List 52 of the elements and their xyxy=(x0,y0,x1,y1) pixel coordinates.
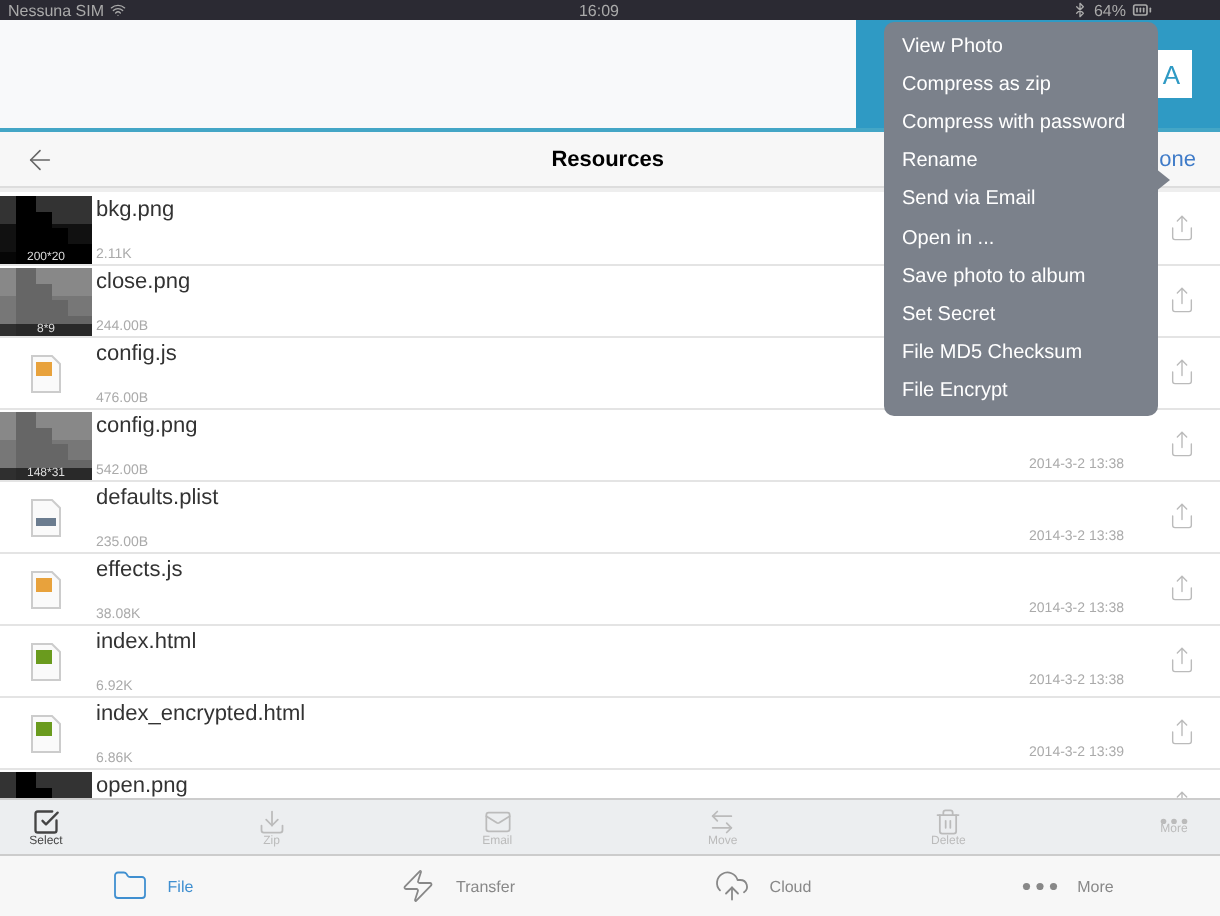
file-name: close.png xyxy=(96,270,191,294)
clock: 16:09 xyxy=(578,1,620,19)
file-name: config.js xyxy=(96,342,177,366)
share-icon[interactable] xyxy=(1168,213,1196,245)
file-name: effects.js xyxy=(96,558,183,582)
file-icon xyxy=(111,868,148,904)
email-icon xyxy=(483,807,512,835)
cloud-icon xyxy=(713,868,750,904)
select-icon xyxy=(32,807,60,835)
delete-icon xyxy=(934,807,963,835)
battery-icon xyxy=(1131,0,1152,20)
battery-level: 64% xyxy=(1093,1,1126,19)
menu-item[interactable]: Send via Email xyxy=(884,180,1158,219)
document-icon xyxy=(30,353,62,393)
share-icon[interactable] xyxy=(1168,717,1196,749)
move-icon xyxy=(708,807,737,835)
file-name: index_encrypted.html xyxy=(96,702,306,726)
more-icon xyxy=(1159,817,1188,825)
file-name: defaults.plist xyxy=(96,486,219,510)
document-icon xyxy=(30,641,62,681)
file-name: config.png xyxy=(96,414,198,438)
document-icon xyxy=(30,497,62,537)
document-icon xyxy=(30,569,62,609)
share-icon[interactable] xyxy=(1168,645,1196,677)
carrier: Nessuna SIM xyxy=(8,1,105,19)
share-icon[interactable] xyxy=(1168,573,1196,605)
wifi-icon xyxy=(110,2,127,18)
share-icon[interactable] xyxy=(1168,501,1196,533)
bluetooth-icon xyxy=(1071,2,1088,18)
menu-item[interactable]: Compress with password xyxy=(884,104,1158,143)
file-name: bkg.png xyxy=(96,198,175,222)
document-icon xyxy=(30,713,62,753)
share-icon[interactable] xyxy=(1168,357,1196,389)
done-link[interactable]: one xyxy=(1159,147,1196,171)
tab[interactable]: Cloud xyxy=(610,856,915,916)
menu-item[interactable]: File Encrypt xyxy=(884,371,1158,410)
tab[interactable]: File xyxy=(0,856,305,916)
file-name: index.html xyxy=(96,630,197,654)
zip-icon xyxy=(257,807,286,835)
nav-title: Resources xyxy=(551,147,664,171)
menu-item[interactable]: File MD5 Checksum xyxy=(884,333,1158,372)
tab[interactable]: More xyxy=(915,856,1220,916)
menu-item[interactable]: Set Secret xyxy=(884,295,1158,334)
share-icon[interactable] xyxy=(1168,429,1196,461)
menu-item[interactable]: Save photo to album xyxy=(884,257,1158,296)
menu-item[interactable]: Rename xyxy=(884,142,1158,181)
file-name: open.png xyxy=(96,774,188,798)
tab[interactable]: Transfer xyxy=(305,856,610,916)
menu-item[interactable]: Open in ... xyxy=(884,218,1158,258)
transfer-icon xyxy=(400,868,436,904)
share-icon[interactable] xyxy=(1168,285,1196,317)
more-icon xyxy=(1021,881,1058,891)
